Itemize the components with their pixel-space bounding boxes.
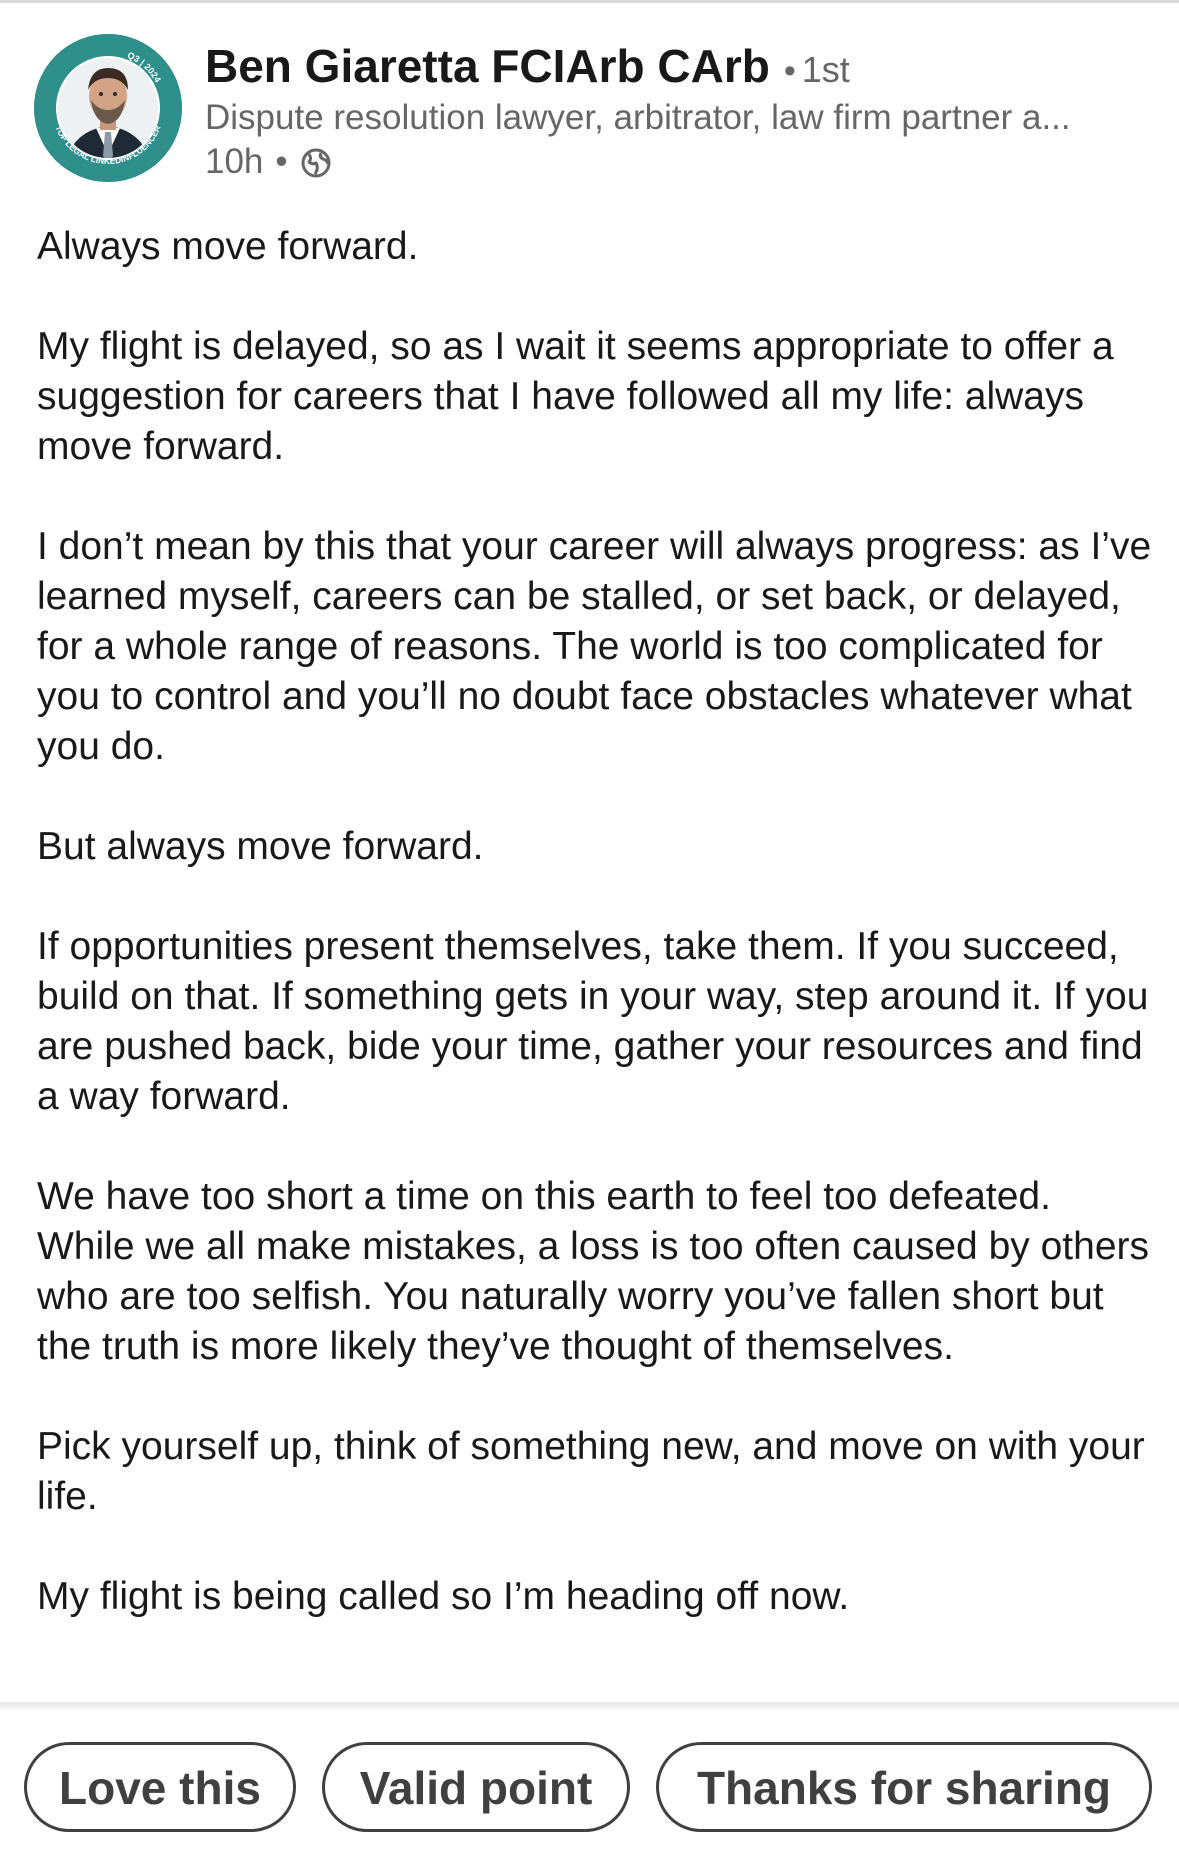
top-divider xyxy=(0,0,1179,3)
meta-separator: • xyxy=(275,142,288,181)
post-header: Q3 | 2024 TOP LEGAL LINKEDINFLUENCER Ben… xyxy=(0,30,1179,190)
globe-icon xyxy=(300,146,332,178)
name-separator: • xyxy=(783,52,796,90)
quick-reply-bar: Love this Valid point Thanks for sharing xyxy=(0,1712,1179,1862)
reply-bar-shadow xyxy=(0,1702,1179,1712)
author-headline[interactable]: Dispute resolution lawyer, arbitrator, l… xyxy=(205,96,1165,140)
post-paragraph: I don’t mean by this that your career wi… xyxy=(37,525,1152,768)
post-paragraph: My flight is delayed, so as I wait it se… xyxy=(37,325,1114,468)
post-paragraph: Always move forward. xyxy=(37,225,419,268)
author-name[interactable]: Ben Giaretta FCIArb CArb xyxy=(205,40,770,92)
post-paragraph: If opportunities present themselves, tak… xyxy=(37,925,1149,1118)
author-name-row: Ben Giaretta FCIArb CArb • 1st xyxy=(205,38,850,99)
post-paragraph: Pick yourself up, think of something new… xyxy=(37,1425,1145,1518)
post-paragraph: We have too short a time on this earth t… xyxy=(37,1175,1149,1368)
post-paragraph: My flight is being called so I’m heading… xyxy=(37,1575,850,1618)
connection-degree: 1st xyxy=(801,49,850,90)
post-time: 10h xyxy=(205,142,264,181)
post-meta: 10h • xyxy=(205,140,332,184)
post-paragraph: But always move forward. xyxy=(37,825,484,868)
quick-reply-love-this[interactable]: Love this xyxy=(24,1742,296,1832)
quick-reply-thanks-for-sharing[interactable]: Thanks for sharing xyxy=(656,1742,1152,1832)
author-avatar[interactable]: Q3 | 2024 TOP LEGAL LINKEDINFLUENCER xyxy=(34,34,182,182)
post-body: Always move forward. My flight is delaye… xyxy=(37,222,1157,1672)
avatar-badge: Q3 | 2024 TOP LEGAL LINKEDINFLUENCER xyxy=(34,34,182,182)
quick-reply-valid-point[interactable]: Valid point xyxy=(322,1742,630,1832)
